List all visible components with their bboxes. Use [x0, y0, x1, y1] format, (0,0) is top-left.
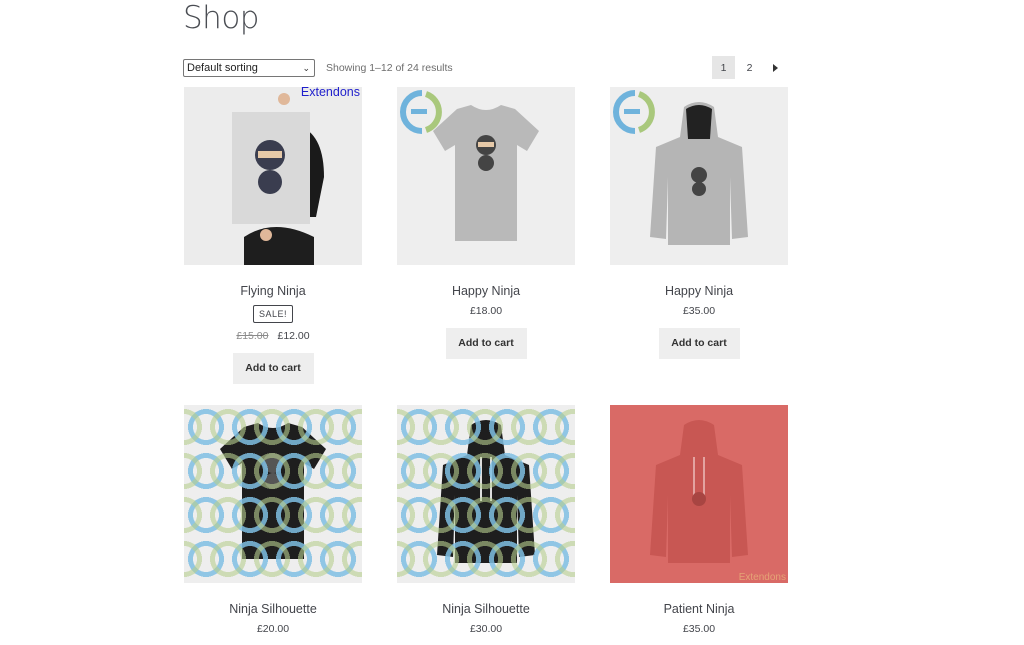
product-image[interactable]: Extendons — [184, 87, 362, 265]
page-1-button[interactable]: 1 — [712, 56, 735, 79]
product-image[interactable] — [610, 87, 788, 265]
old-price: £15.00 — [236, 330, 269, 342]
product-image[interactable] — [397, 87, 575, 265]
brand-logo-icon — [613, 90, 655, 134]
product-card: Extendons Patient Ninja £35.00 — [610, 405, 788, 635]
arrow-right-icon — [773, 63, 778, 72]
add-to-cart-button[interactable]: Add to cart — [658, 328, 740, 359]
product-title[interactable]: Ninja Silhouette — [184, 602, 362, 616]
product-price: £20.00 — [256, 623, 290, 635]
product-card: Extendons Flying Ninja SALE! £15.00 £12.0… — [184, 87, 362, 384]
product-title[interactable]: Happy Ninja — [610, 284, 788, 298]
poster-image — [184, 87, 362, 265]
product-title[interactable]: Happy Ninja — [397, 284, 575, 298]
sale-badge: SALE! — [252, 305, 293, 323]
product-image[interactable] — [397, 405, 575, 583]
brand-logo-icon — [400, 90, 442, 134]
product-card: Happy Ninja £18.00 Add to cart — [397, 87, 575, 359]
product-card: Ninja Silhouette £20.00 — [184, 405, 362, 635]
watermark-pattern — [184, 405, 362, 583]
product-card: Happy Ninja £35.00 Add to cart — [610, 87, 788, 359]
pagination: 1 2 — [712, 56, 787, 79]
product-price: £15.00 £12.00 — [184, 330, 362, 342]
hoodie-image — [610, 405, 788, 583]
product-card: Ninja Silhouette £30.00 — [397, 405, 575, 635]
product-title[interactable]: Patient Ninja — [610, 602, 788, 616]
product-price: £35.00 — [682, 305, 716, 317]
sorting-select[interactable]: Default sorting ⌄ — [183, 59, 315, 77]
next-page-button[interactable] — [764, 56, 787, 79]
watermark-text: Extendons — [738, 572, 786, 583]
product-price: £30.00 — [469, 623, 503, 635]
add-to-cart-button[interactable]: Add to cart — [232, 353, 314, 384]
product-price: £35.00 — [682, 623, 716, 635]
product-image[interactable] — [184, 405, 362, 583]
page-title: Shop — [183, 0, 259, 36]
product-image[interactable]: Extendons — [610, 405, 788, 583]
product-title[interactable]: Flying Ninja — [184, 284, 362, 298]
watermark-pattern — [397, 405, 575, 583]
result-count: Showing 1–12 of 24 results — [326, 62, 453, 74]
page-2-button[interactable]: 2 — [738, 56, 761, 79]
product-title[interactable]: Ninja Silhouette — [397, 602, 575, 616]
watermark-text: Extendons — [300, 87, 360, 99]
add-to-cart-button[interactable]: Add to cart — [445, 328, 527, 359]
chevron-down-icon: ⌄ — [302, 63, 310, 73]
sorting-select-value: Default sorting — [187, 62, 258, 74]
sale-price: £12.00 — [277, 330, 310, 342]
product-price: £18.00 — [469, 305, 503, 317]
